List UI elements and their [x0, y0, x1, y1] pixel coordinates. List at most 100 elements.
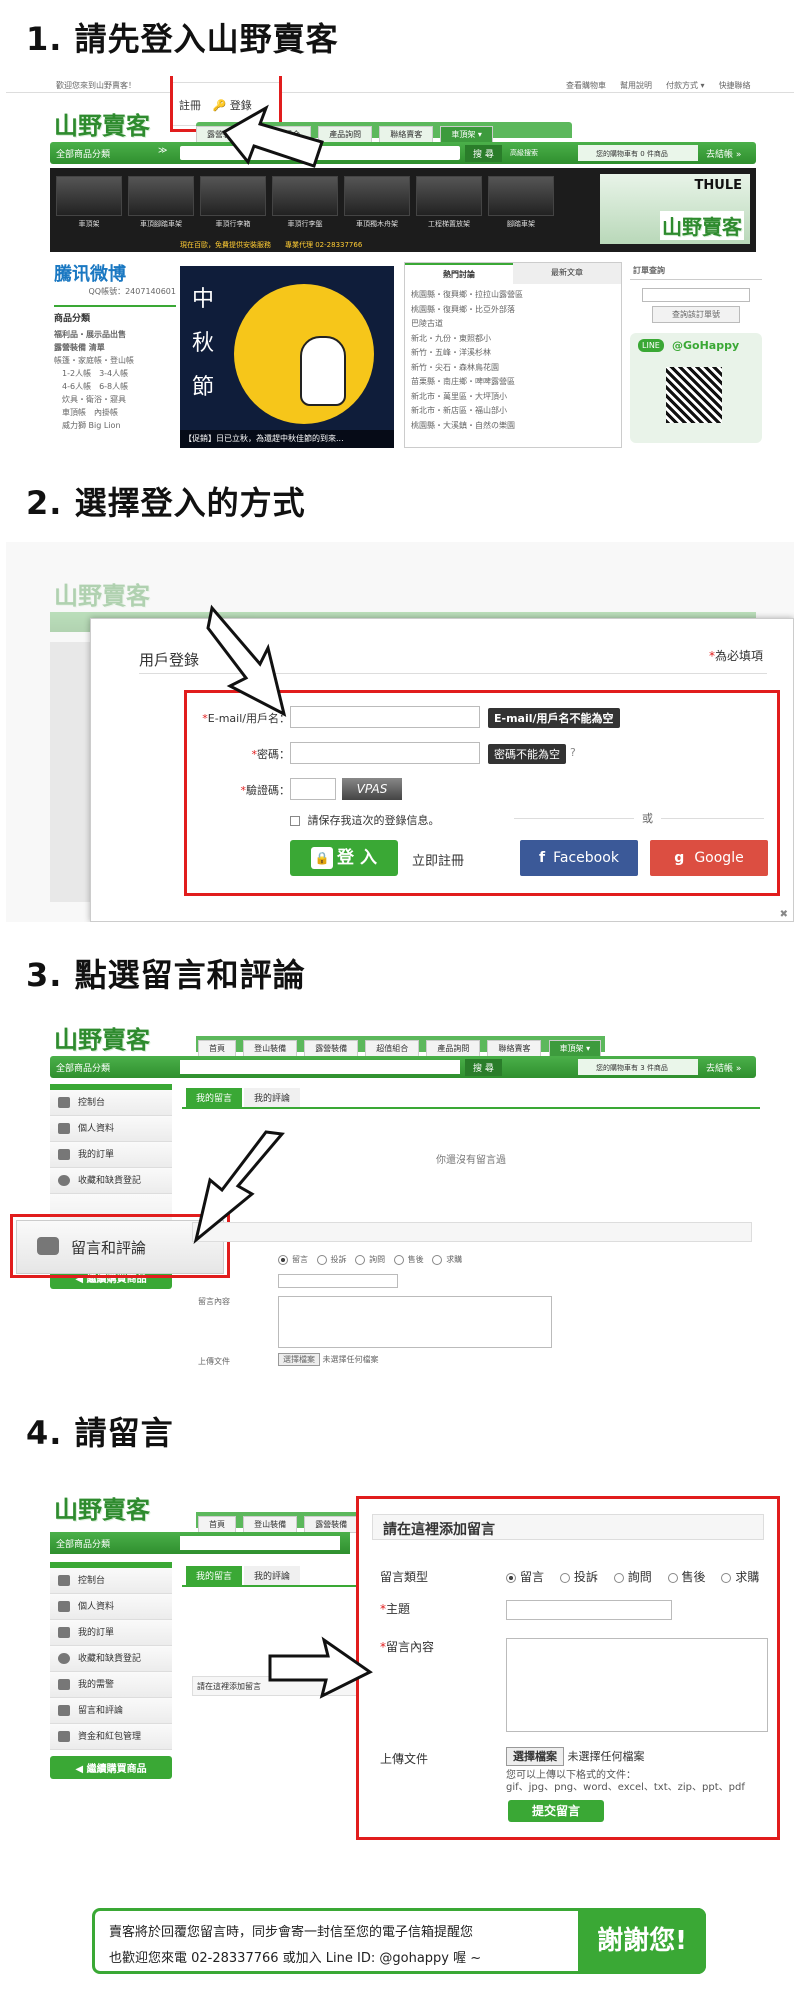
top-link-contact[interactable]: 快捷聯絡 — [719, 80, 751, 91]
radio-icon[interactable] — [355, 1254, 366, 1265]
search-button[interactable]: 搜 尋 — [465, 1059, 502, 1076]
sidebar-item-orders[interactable]: 我的訂單 — [50, 1620, 172, 1646]
sidebar-item-dashboard[interactable]: 控制台 — [50, 1090, 172, 1116]
nav-tab-roofrack[interactable]: 車頂架 ▾ — [548, 1040, 602, 1057]
radio-icon[interactable] — [432, 1254, 443, 1265]
forum-item[interactable]: 桃園縣・大溪鎮・自然の樂園 — [411, 419, 615, 434]
forum-item[interactable]: 新竹・尖石・森林鳥花園 — [411, 361, 615, 376]
banner-label[interactable]: 車頂行李盤 — [272, 219, 338, 229]
email-field[interactable] — [290, 706, 480, 728]
search-input[interactable] — [180, 1060, 460, 1074]
banner-thumb[interactable] — [344, 176, 410, 216]
banner-label[interactable]: 車頂架 — [56, 219, 122, 229]
sidebar-item-orders[interactable]: 我的訂單 — [50, 1142, 172, 1168]
radio-icon[interactable] — [316, 1254, 327, 1265]
category-item[interactable]: 露營裝備 清單 — [54, 341, 176, 354]
forum-item[interactable]: 桃園縣・復興鄉・比亞外部落 — [411, 303, 615, 318]
nav-tab-hiking[interactable]: 登山裝備 — [243, 1040, 298, 1057]
sidebar-item-favorites[interactable]: 收藏和缺貨登記 — [50, 1168, 172, 1194]
forum-item[interactable]: 新北市・新店區・福山部小 — [411, 404, 615, 419]
banner-thumb[interactable] — [488, 176, 554, 216]
top-link-payment[interactable]: 付款方式 ▾ — [666, 80, 705, 91]
cart-summary[interactable]: 您的購物車有 0 件商品 — [578, 145, 698, 161]
banner-label[interactable]: 車頂腳踏車架 — [128, 219, 194, 229]
forum-item[interactable]: 苗栗縣・南庄鄉・啤啤露營區 — [411, 375, 615, 390]
qq-weibo[interactable]: 騰讯微博 — [54, 260, 176, 286]
cart-summary[interactable]: 您的購物車有 3 件商品 — [578, 1059, 698, 1075]
forum-item[interactable]: 新北市・萬里區・大坪頂小 — [411, 390, 615, 405]
forum-item[interactable]: 巴陵古道 — [411, 317, 615, 332]
forum-item[interactable]: 新竹・五峰・洋溪杉林 — [411, 346, 615, 361]
sidebar-item-messages[interactable]: 留言和評論 — [50, 1698, 172, 1724]
all-categories[interactable]: 全部商品分類 — [56, 1537, 110, 1550]
forum-item[interactable]: 新北・九份・東照都小 — [411, 332, 615, 347]
banner-thumb[interactable] — [56, 176, 122, 216]
captcha-field[interactable] — [290, 778, 336, 800]
advanced-search[interactable]: 高級搜索 — [510, 148, 538, 158]
category-item[interactable]: 帳篷・家庭帳・登山帳 — [54, 354, 176, 367]
all-categories[interactable]: 全部商品分類 — [56, 1061, 110, 1074]
category-item[interactable]: 威力獅 Big Lion — [54, 419, 176, 432]
banner-label[interactable]: 車頂行李箱 — [200, 219, 266, 229]
tab-my-messages[interactable]: 我的留言 — [186, 1566, 243, 1585]
password-field[interactable] — [290, 742, 480, 764]
site-logo[interactable]: 山野賣客 — [54, 1490, 150, 1525]
forum-item[interactable]: 桃園縣・復興鄉・拉拉山露營區 — [411, 288, 615, 303]
nav-tab-camp[interactable]: 露營裝備 — [304, 1516, 359, 1533]
banner-label[interactable]: 腳踏車架 — [488, 219, 554, 229]
nav-tab-roofrack[interactable]: 車頂架 ▾ — [440, 126, 493, 143]
tab-hot[interactable]: 熱門討論 — [405, 263, 513, 284]
banner-label[interactable]: 車頂獨木舟架 — [344, 219, 410, 229]
google-login-button[interactable]: g Google — [650, 840, 768, 876]
nav-tab-camp[interactable]: 露營裝備 — [304, 1040, 359, 1057]
banner-label[interactable]: 工程梯置放架 — [416, 219, 482, 229]
continue-shopping-button[interactable]: ◀ 繼續購買商品 — [50, 1756, 172, 1779]
nav-tab-contact[interactable]: 聯絡賣客 — [379, 126, 434, 143]
nav-tab-home[interactable]: 首頁 — [198, 1516, 236, 1533]
search-input[interactable] — [180, 1536, 340, 1550]
content-textarea[interactable] — [278, 1296, 552, 1348]
search-button[interactable]: 搜 尋 — [465, 145, 502, 162]
remember-checkbox[interactable] — [290, 816, 300, 826]
login-button[interactable]: 🔒 登 入 — [290, 840, 398, 876]
sidebar-item-profile[interactable]: 個人資料 — [50, 1116, 172, 1142]
tab-my-reviews[interactable]: 我的評論 — [244, 1566, 301, 1585]
nav-tab-hiking[interactable]: 登山裝備 — [243, 1516, 298, 1533]
nav-tab-combo[interactable]: 超值組合 — [365, 1040, 420, 1057]
register-now-link[interactable]: 立即註冊 — [412, 850, 464, 869]
choose-file-button[interactable]: 選擇檔案 — [278, 1353, 320, 1366]
captcha-image[interactable]: VPAS — [342, 778, 402, 800]
radio-icon[interactable] — [278, 1254, 288, 1265]
banner-thumb[interactable] — [272, 176, 338, 216]
mid-autumn-promo[interactable]: 中 秋 節 【促銷】日已立秋，為還趕中秋佳節的到來... — [180, 266, 394, 448]
subject-input[interactable] — [278, 1274, 398, 1288]
banner-thumb[interactable] — [128, 176, 194, 216]
facebook-login-button[interactable]: f Facebook — [520, 840, 638, 876]
banner-thumb[interactable] — [416, 176, 482, 216]
category-item[interactable]: 1-2人帳 3-4人帳 — [54, 367, 176, 380]
checkout-link[interactable]: 去結帳 » — [706, 1061, 741, 1074]
radio-icon[interactable] — [393, 1254, 404, 1265]
top-link-help[interactable]: 幫用說明 — [620, 80, 652, 91]
sidebar-item-funds[interactable]: 資金和紅包管理 — [50, 1724, 172, 1750]
sidebar-item-favorites[interactable]: 收藏和缺貨登記 — [50, 1646, 172, 1672]
close-icon[interactable]: ✖ — [780, 909, 788, 920]
help-icon[interactable]: ? — [570, 746, 576, 759]
order-input[interactable] — [642, 288, 750, 302]
tab-my-messages[interactable]: 我的留言 — [186, 1088, 243, 1107]
site-logo[interactable]: 山野賣客 — [54, 1020, 150, 1055]
sidebar-item-dashboard[interactable]: 控制台 — [50, 1568, 172, 1594]
category-item[interactable]: 4-6人帳 6-8人帳 — [54, 380, 176, 393]
category-item[interactable]: 車頂帳 內掛帳 — [54, 406, 176, 419]
top-link-cart[interactable]: 查看購物車 — [566, 80, 606, 91]
tab-new[interactable]: 最新文章 — [513, 263, 621, 284]
banner-thumb[interactable] — [200, 176, 266, 216]
category-item[interactable]: 福利品・展示品出售 — [54, 328, 176, 341]
all-categories[interactable]: 全部商品分類 — [56, 147, 110, 160]
category-item[interactable]: 炊具・衛浴・寢具 — [54, 393, 176, 406]
sidebar-item-needs[interactable]: 我的需警 — [50, 1672, 172, 1698]
nav-tab-home[interactable]: 首頁 — [198, 1040, 236, 1057]
checkout-link[interactable]: 去結帳 » — [706, 147, 741, 160]
nav-tab-inquiry[interactable]: 產品詢問 — [426, 1040, 481, 1057]
order-query-button[interactable]: 查詢該訂單號 — [652, 306, 740, 323]
